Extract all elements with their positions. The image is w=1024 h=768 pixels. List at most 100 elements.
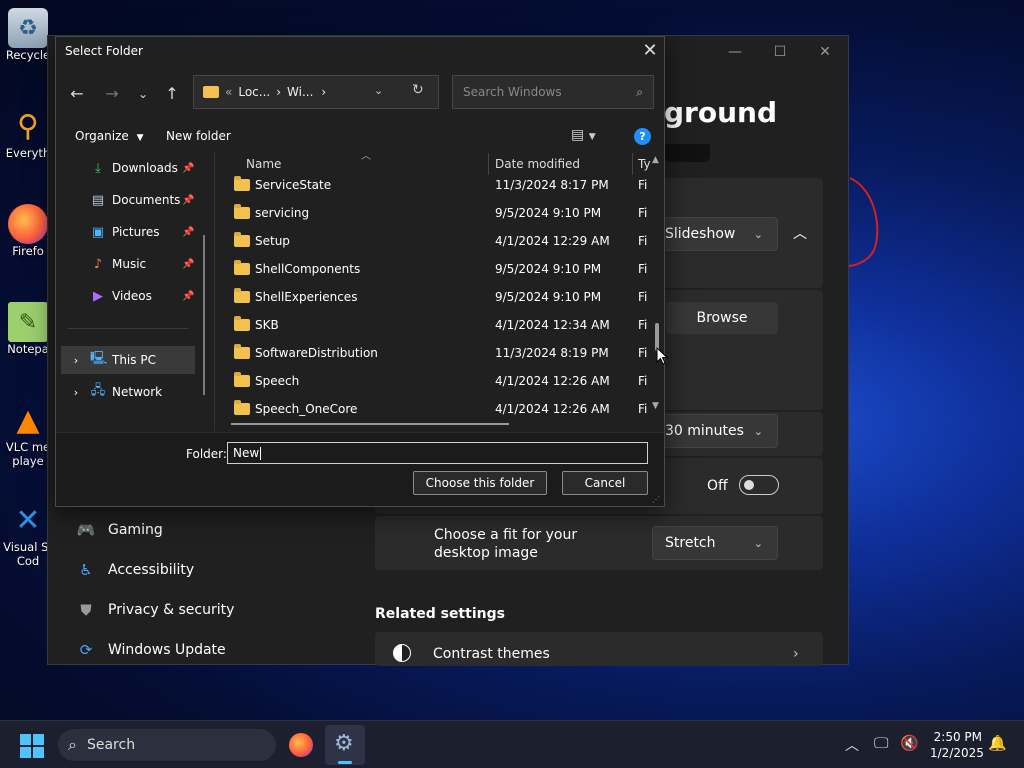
chevron-up-icon[interactable]: ︿ — [788, 222, 812, 246]
file-type: Fi — [638, 178, 648, 192]
nav-pane-scrollbar[interactable] — [203, 235, 205, 395]
file-row[interactable]: Speech 4/1/2024 12:26 AM Fi — [234, 367, 654, 395]
help-icon[interactable]: ? — [634, 128, 651, 145]
taskbar: ⌕ Search ⚙ ︿ 🖵 🔇 2:50 PM 1/2/2025 🔔 — [0, 720, 1024, 768]
address-overflow[interactable]: « — [225, 85, 232, 99]
file-date: 9/5/2024 9:10 PM — [495, 206, 602, 220]
nav-item-label: This PC — [112, 353, 156, 367]
scroll-down-icon[interactable]: ▼ — [652, 401, 659, 411]
gamepad-icon: 🎮 — [76, 521, 96, 539]
folder-name-input[interactable]: New — [227, 442, 648, 464]
address-dropdown-icon[interactable]: ⌄ — [374, 84, 383, 97]
shuffle-toggle[interactable] — [739, 475, 779, 495]
dialog-footer: Folder: New Choose this folder Cancel ⋰ — [56, 432, 664, 506]
notification-bell-icon[interactable]: 🔔 — [988, 734, 1007, 752]
nav-item-network[interactable]: › 🖧 Network — [68, 381, 162, 403]
pane-splitter[interactable] — [214, 151, 215, 431]
maximize-button[interactable]: ☐ — [765, 44, 795, 64]
minimize-button[interactable]: — — [720, 44, 750, 64]
nav-item-music[interactable]: ♪ Music — [90, 253, 146, 275]
close-button[interactable]: ✕ — [810, 44, 840, 64]
windows-logo-tile — [33, 747, 44, 758]
red-scribble — [847, 177, 879, 267]
horizontal-scrollbar-thumb[interactable] — [231, 423, 509, 425]
chevron-right-icon: › — [276, 85, 282, 99]
sidebar-item-gaming[interactable]: 🎮 Gaming — [76, 520, 163, 540]
choose-this-folder-button[interactable]: Choose this folder — [413, 471, 547, 495]
file-row[interactable]: servicing 9/5/2024 9:10 PM Fi — [234, 199, 654, 227]
resize-grip-icon[interactable]: ⋰ — [652, 495, 660, 504]
nav-item-videos[interactable]: ▶ Videos — [90, 285, 152, 307]
contrast-themes-item[interactable]: Contrast themes › — [375, 632, 823, 666]
file-row[interactable]: ServiceState 11/3/2024 8:17 PM Fi — [234, 171, 654, 199]
file-name: ServiceState — [255, 178, 332, 192]
windows-logo-tile — [33, 734, 44, 745]
cancel-button[interactable]: Cancel — [562, 471, 648, 495]
clock-date: 1/2/2025 — [930, 746, 984, 760]
network-icon: 🖧 — [90, 383, 106, 398]
volume-muted-icon[interactable]: 🔇 — [900, 734, 919, 752]
taskbar-settings-app[interactable]: ⚙ — [325, 725, 365, 765]
nav-item-documents[interactable]: ▤ Documents — [90, 189, 181, 211]
up-button[interactable]: ↑ — [161, 83, 183, 105]
folder-icon — [234, 344, 250, 359]
nav-item-this-pc[interactable]: › 🖳 This PC — [68, 349, 156, 371]
vlc-icon: ▲ — [16, 402, 40, 438]
pin-icon: 📌 — [182, 227, 195, 238]
column-header-date-modified[interactable]: Date modified — [495, 157, 580, 171]
organize-button[interactable]: Organize ▼ — [75, 129, 144, 143]
address-bar[interactable]: « Loc... › Wi... › ⌄ ↻ — [193, 75, 439, 109]
clock[interactable]: 2:50 PM 1/2/2025 — [930, 729, 984, 761]
refresh-icon[interactable]: ↻ — [412, 82, 424, 98]
nav-item-downloads[interactable]: ⤓ Downloads — [90, 157, 178, 179]
file-row[interactable]: Speech_OneCore 4/1/2024 12:26 AM Fi — [234, 395, 654, 423]
file-date: 4/1/2024 12:34 AM — [495, 318, 610, 332]
file-name: servicing — [255, 206, 310, 220]
taskbar-firefox-icon[interactable] — [289, 733, 313, 757]
back-button[interactable]: ← — [66, 83, 88, 105]
desktop-icon-label: Notepa — [7, 342, 49, 356]
fit-select[interactable]: Stretch ⌄ — [652, 526, 778, 560]
dialog-close-button[interactable]: ✕ — [636, 39, 664, 63]
sidebar-item-windows-update[interactable]: ⟳ Windows Update — [76, 640, 226, 660]
fit-label: Choose a fit for your desktop image — [434, 527, 578, 561]
column-header-name[interactable]: Name — [246, 157, 281, 171]
address-segment-local-disk[interactable]: Loc... — [238, 85, 270, 99]
file-row[interactable]: SKB 4/1/2024 12:34 AM Fi — [234, 311, 654, 339]
file-name: SoftwareDistribution — [255, 346, 378, 360]
pictures-icon: ▣ — [91, 224, 105, 240]
shuffle-state-label: Off — [707, 478, 728, 494]
new-folder-button[interactable]: New folder — [166, 129, 231, 143]
show-hidden-icons-chevron-icon[interactable]: ︿ — [845, 735, 859, 755]
file-row[interactable]: ShellExperiences 9/5/2024 9:10 PM Fi — [234, 283, 654, 311]
search-box[interactable]: Search Windows ⌕ — [452, 75, 654, 109]
choose-this-folder-label: Choose this folder — [425, 476, 535, 490]
forward-button[interactable]: → — [101, 83, 123, 105]
view-options-button[interactable]: ▤ ▼ — [571, 127, 596, 143]
network-icon[interactable]: 🖵 — [874, 734, 888, 752]
browse-button[interactable]: Browse — [666, 302, 778, 334]
folder-name-value: New — [233, 446, 260, 460]
file-type: Fi — [638, 318, 648, 332]
file-name: SKB — [255, 318, 279, 332]
start-button[interactable] — [20, 734, 44, 758]
interval-select[interactable]: 30 minutes ⌄ — [652, 414, 778, 448]
search-input[interactable]: Search Windows — [463, 85, 562, 99]
file-type: Fi — [638, 346, 648, 360]
file-row[interactable]: ShellComponents 9/5/2024 9:10 PM Fi — [234, 255, 654, 283]
column-header-type[interactable]: Ty — [638, 157, 651, 171]
taskbar-search[interactable]: ⌕ Search — [58, 729, 276, 761]
sidebar-item-accessibility[interactable]: ♿ Accessibility — [76, 560, 194, 580]
chevron-right-icon: › — [73, 353, 79, 367]
file-row[interactable]: Setup 4/1/2024 12:29 AM Fi — [234, 227, 654, 255]
file-row[interactable]: SoftwareDistribution 11/3/2024 8:19 PM F… — [234, 339, 654, 367]
background-type-value: Slideshow — [665, 226, 736, 242]
scroll-up-icon[interactable]: ▲ — [652, 155, 659, 165]
folder-icon — [234, 176, 250, 191]
recent-locations-button[interactable]: ⌄ — [132, 83, 154, 105]
background-type-select[interactable]: Slideshow ⌄ — [652, 217, 778, 251]
pin-icon: 📌 — [182, 291, 195, 302]
nav-item-pictures[interactable]: ▣ Pictures — [90, 221, 160, 243]
sidebar-item-privacy-security[interactable]: ⛊ Privacy & security — [76, 600, 234, 620]
address-segment-windows[interactable]: Wi... — [287, 85, 313, 99]
